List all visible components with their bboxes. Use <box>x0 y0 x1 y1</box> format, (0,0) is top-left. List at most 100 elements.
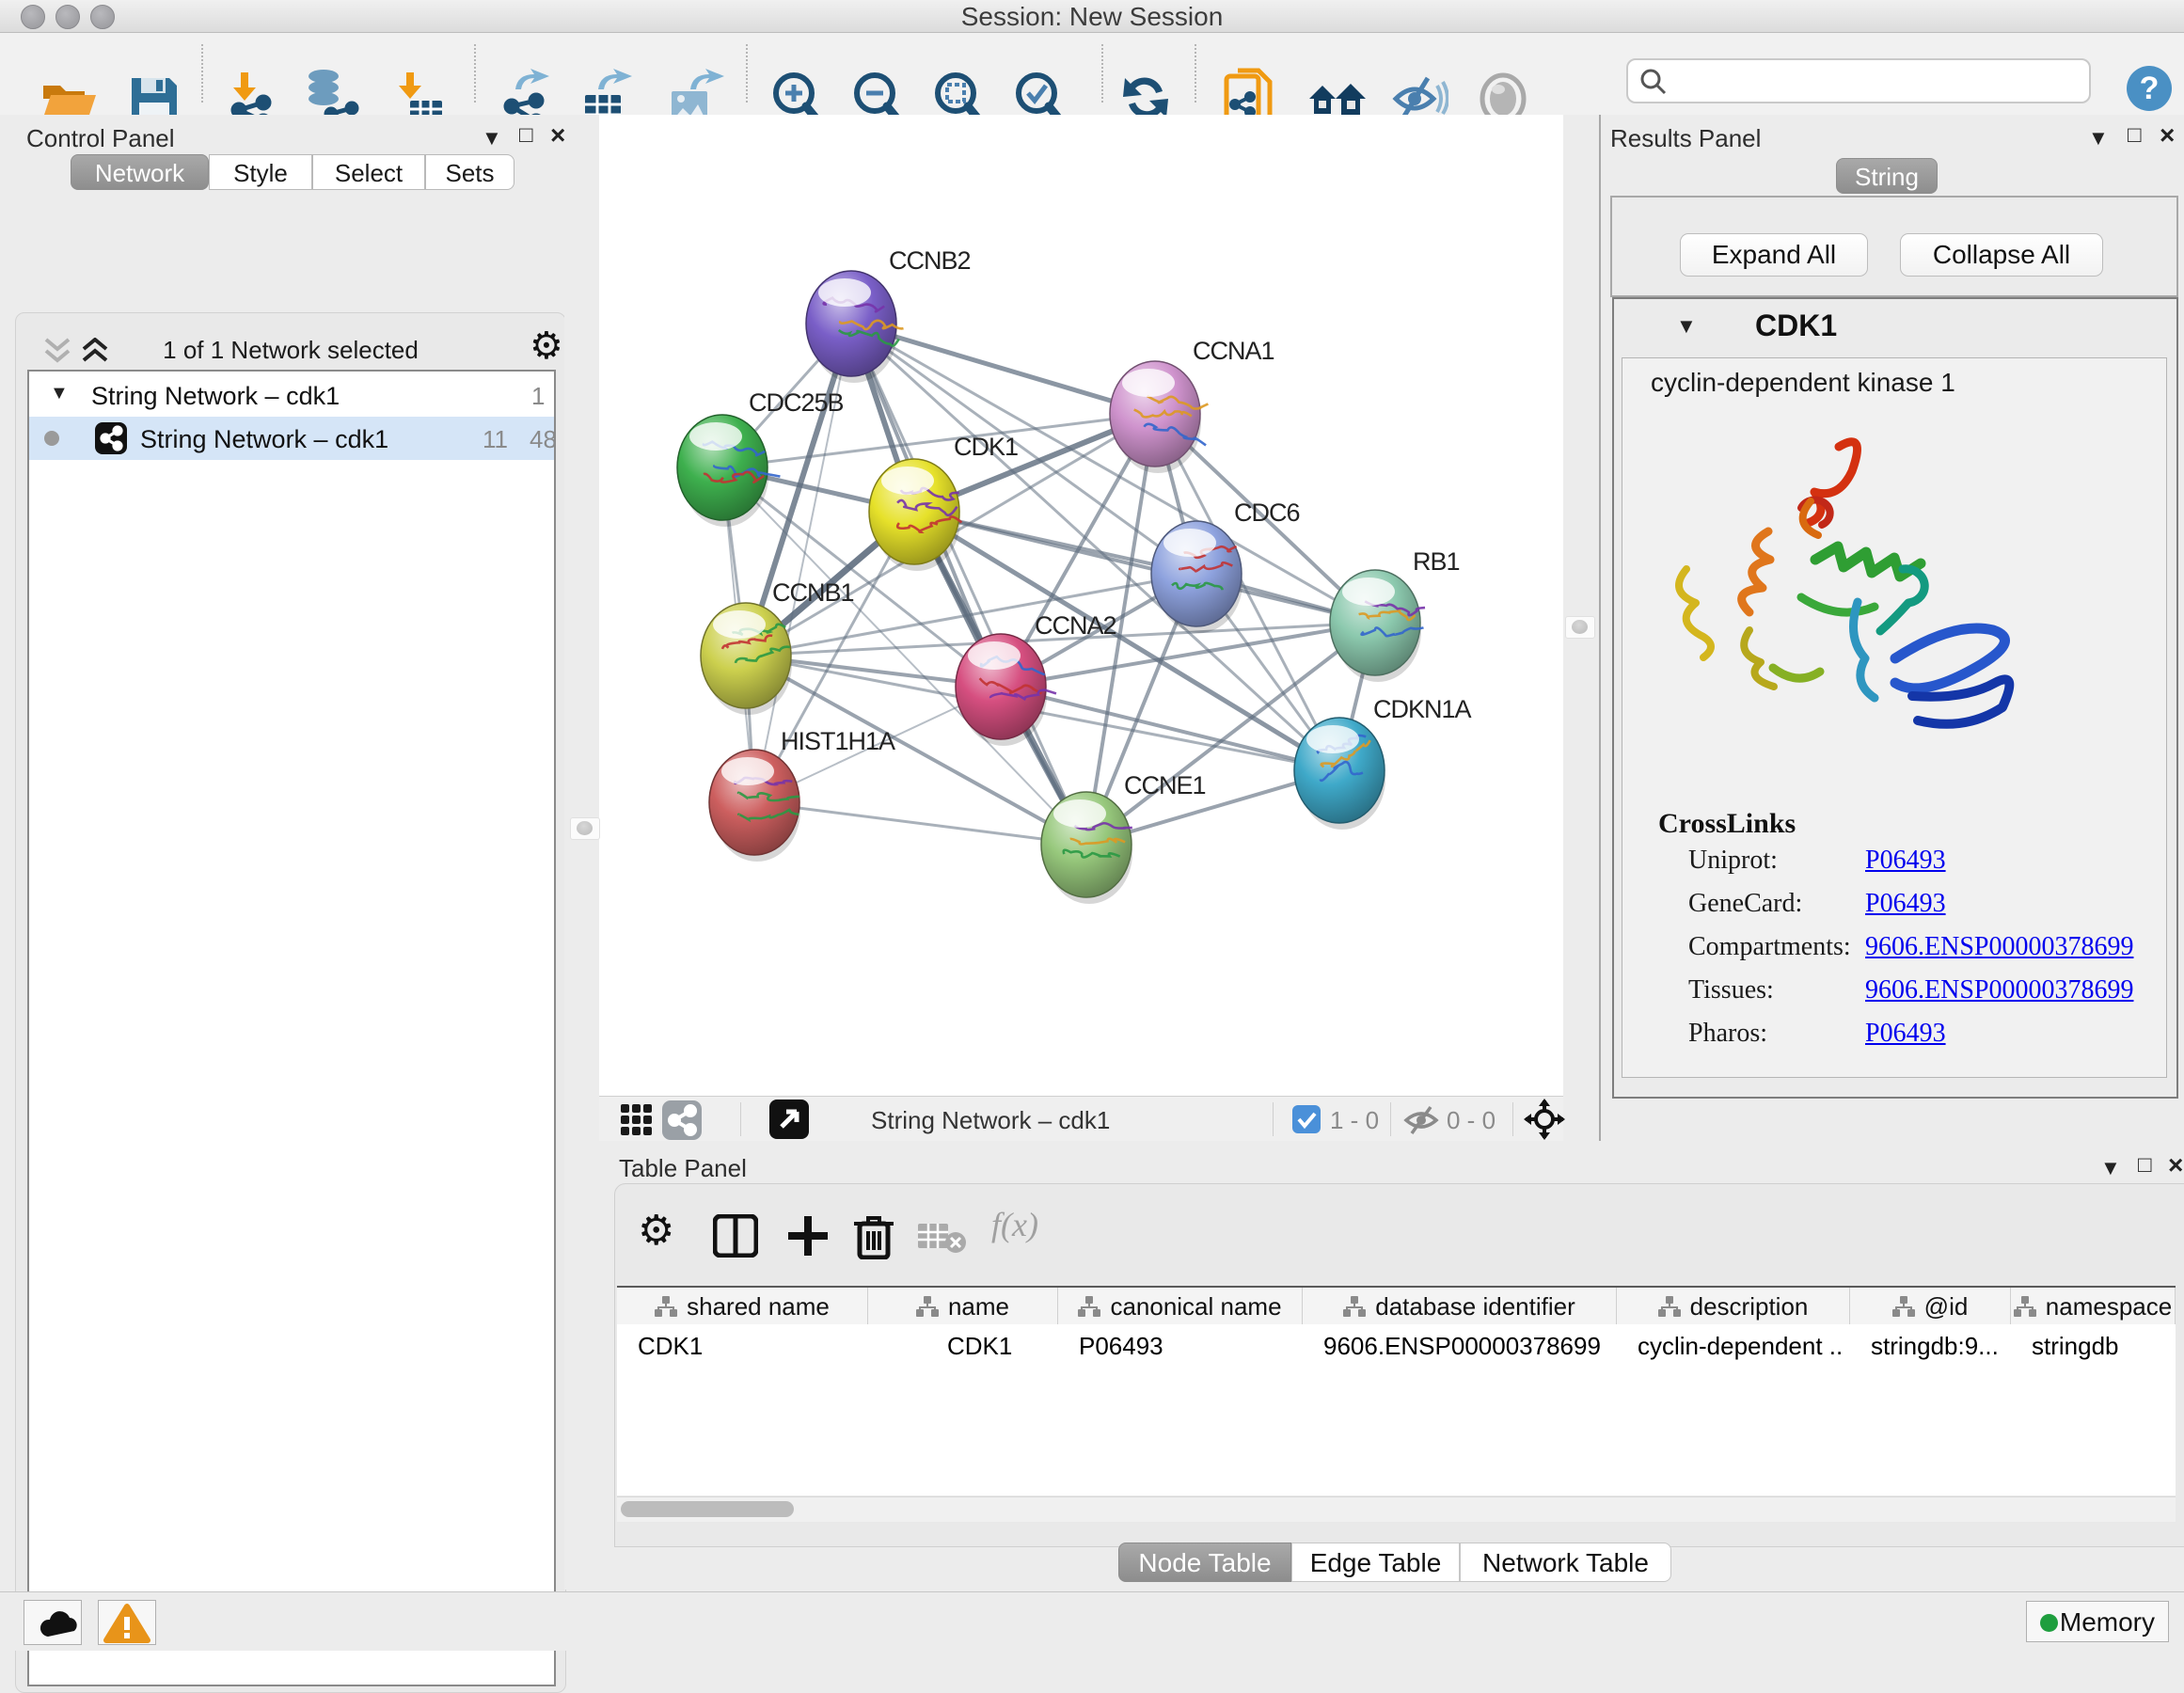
main-toolbar: ? <box>0 33 2184 116</box>
node-HIST1H1A[interactable]: HIST1H1A <box>709 727 895 862</box>
cloud-button[interactable] <box>24 1600 82 1645</box>
search-box[interactable] <box>1626 58 2091 103</box>
network-options-gear-icon[interactable]: ⚙ <box>530 324 563 368</box>
edge-CCNB2-CCNE1[interactable] <box>851 324 1086 845</box>
column-type-icon <box>655 1296 677 1317</box>
svg-text:?: ? <box>2140 71 2160 106</box>
collapse-all-button[interactable]: Collapse All <box>1900 233 2103 277</box>
crosslink-value-link[interactable]: 9606.ENSP00000378699 <box>1865 975 2133 1005</box>
gene-description: cyclin-dependent kinase 1 <box>1651 368 1955 398</box>
fit-content-crosshair-icon[interactable] <box>1524 1099 1565 1140</box>
control-panel-close-icon[interactable]: × <box>550 120 565 150</box>
table-container: ⚙ f(x) shared namenamecanonical namedata… <box>614 1183 2184 1547</box>
help-icon[interactable]: ? <box>2126 65 2173 112</box>
edge-count: 48 <box>530 425 557 454</box>
node-CCNE1[interactable]: CCNE1 <box>1041 771 1206 904</box>
results-panel-float-icon[interactable]: □ <box>2128 122 2142 149</box>
column-header-shared-name[interactable]: shared name <box>617 1288 868 1325</box>
column-type-icon <box>1892 1296 1915 1317</box>
warning-button[interactable] <box>98 1600 156 1645</box>
separator <box>1390 1102 1391 1136</box>
table-cell[interactable]: CDK1 <box>638 1332 861 1361</box>
left-splitter[interactable] <box>564 115 599 1590</box>
left-splitter-handle[interactable] <box>570 817 600 840</box>
crosslink-label: Pharos: <box>1688 1019 1767 1049</box>
table-panel-float-icon[interactable]: □ <box>2138 1152 2152 1179</box>
protein-structure-image <box>1660 419 2065 748</box>
table-panel-title: Table Panel <box>619 1154 747 1183</box>
table-cell[interactable]: P06493 <box>1079 1332 1295 1361</box>
string-style-icon[interactable] <box>662 1100 702 1140</box>
node-label-CDC6: CDC6 <box>1234 498 1300 527</box>
edge-CDK1-RB1[interactable] <box>914 512 1375 623</box>
column-header-description[interactable]: description <box>1617 1288 1850 1325</box>
network-view-toolbar: String Network – cdk1 1 - 0 0 - 0 <box>599 1096 1563 1142</box>
node-CDK1[interactable]: CDK1 <box>869 433 1018 571</box>
table-horizontal-scrollbar[interactable] <box>617 1496 2176 1522</box>
table-panel-menu-icon[interactable]: ▼ <box>2100 1156 2121 1180</box>
node-label-CDC25B: CDC25B <box>749 388 844 417</box>
string-network-graph[interactable]: CCNB2CCNA1CDC25BCDK1CDC6RB1CCNB1CCNA2CDK… <box>599 115 1563 1096</box>
scrollbar-thumb[interactable] <box>621 1501 794 1517</box>
column-header-name[interactable]: name <box>868 1288 1058 1325</box>
show-columns-icon[interactable] <box>713 1214 758 1258</box>
network-list-container: 1 of 1 Network selected ⚙ ▼String Networ… <box>15 312 566 1693</box>
node-RB1[interactable]: RB1 <box>1330 547 1460 682</box>
results-panel-title: Results Panel <box>1610 124 1761 153</box>
results-panel-close-icon[interactable]: × <box>2160 120 2175 150</box>
crosslink-value-link[interactable]: P06493 <box>1865 1019 1946 1049</box>
node-CCNB2[interactable]: CCNB2 <box>806 246 971 383</box>
results-panel-menu-icon[interactable]: ▼ <box>2088 126 2109 150</box>
table-cell[interactable]: stringdb:9... <box>1871 1332 2003 1361</box>
selected-checkbox-icon[interactable] <box>1292 1105 1321 1133</box>
tab-style[interactable]: Style <box>209 154 312 190</box>
table-cell[interactable]: stringdb <box>2032 1332 2168 1361</box>
node-CCNB1[interactable]: CCNB1 <box>701 578 854 715</box>
results-panel: Results Panel ▼ □ × String Expand All Co… <box>1599 115 2184 1141</box>
add-column-icon[interactable] <box>786 1214 830 1258</box>
node-label-CCNB2: CCNB2 <box>889 246 971 275</box>
column-header-@id[interactable]: @id <box>1850 1288 2011 1325</box>
tab-network-table[interactable]: Network Table <box>1460 1543 1671 1582</box>
hidden-eye-icon[interactable] <box>1403 1105 1443 1135</box>
tree-expand-icon[interactable]: ▼ <box>50 383 69 404</box>
table-panel-close-icon[interactable]: × <box>2168 1150 2183 1180</box>
control-panel-float-icon[interactable]: □ <box>519 122 533 149</box>
edge-HIST1H1A-CCNE1[interactable] <box>754 802 1086 845</box>
gene-collapse-icon[interactable]: ▼ <box>1676 314 1697 339</box>
network-tree-row[interactable]: String Network – cdk11148 <box>29 417 554 460</box>
tab-select[interactable]: Select <box>312 154 425 190</box>
search-input[interactable] <box>1677 64 2076 96</box>
crosslink-value-link[interactable]: P06493 <box>1865 846 1946 876</box>
grid-view-icon[interactable] <box>619 1102 655 1138</box>
column-header-label: description <box>1690 1292 1809 1321</box>
column-header-namespace[interactable]: namespace <box>2011 1288 2176 1325</box>
network-canvas[interactable]: CCNB2CCNA1CDC25BCDK1CDC6RB1CCNB1CCNA2CDK… <box>599 115 1563 1096</box>
crosslink-value-link[interactable]: P06493 <box>1865 889 1946 919</box>
table-cell[interactable]: 9606.ENSP00000378699 <box>1323 1332 1609 1361</box>
table-cell[interactable]: cyclin-dependent ... <box>1638 1332 1843 1361</box>
memory-button[interactable]: Memory <box>2026 1601 2169 1642</box>
column-header-database-identifier[interactable]: database identifier <box>1303 1288 1617 1325</box>
collection-count: 1 <box>531 382 545 411</box>
network-tree-row[interactable]: ▼String Network – cdk11 <box>29 373 554 417</box>
delete-column-trash-icon[interactable] <box>852 1212 895 1259</box>
node-CDKN1A[interactable]: CDKN1A <box>1294 695 1472 830</box>
table-body: CDK1CDK1P064939606.ENSP00000378699cyclin… <box>617 1324 2176 1495</box>
open-in-window-icon[interactable] <box>769 1100 809 1139</box>
right-splitter-handle[interactable] <box>1565 616 1595 639</box>
column-header-canonical-name[interactable]: canonical name <box>1058 1288 1303 1325</box>
node-CCNA1[interactable]: CCNA1 <box>1110 337 1274 473</box>
control-panel-title: Control Panel <box>26 124 175 153</box>
control-panel-menu-icon[interactable]: ▼ <box>482 126 502 150</box>
crosslink-value-link[interactable]: 9606.ENSP00000378699 <box>1865 932 2133 962</box>
tab-string[interactable]: String <box>1836 158 1938 194</box>
tab-edge-table[interactable]: Edge Table <box>1291 1543 1460 1582</box>
expand-all-button[interactable]: Expand All <box>1680 233 1868 277</box>
tab-network[interactable]: Network <box>71 154 209 190</box>
column-type-icon <box>1078 1296 1100 1317</box>
gene-details: cyclin-dependent kinase 1 <box>1622 357 2167 1078</box>
tab-node-table[interactable]: Node Table <box>1118 1543 1291 1582</box>
table-settings-gear-icon[interactable]: ⚙ <box>638 1207 674 1255</box>
tab-sets[interactable]: Sets <box>425 154 514 190</box>
